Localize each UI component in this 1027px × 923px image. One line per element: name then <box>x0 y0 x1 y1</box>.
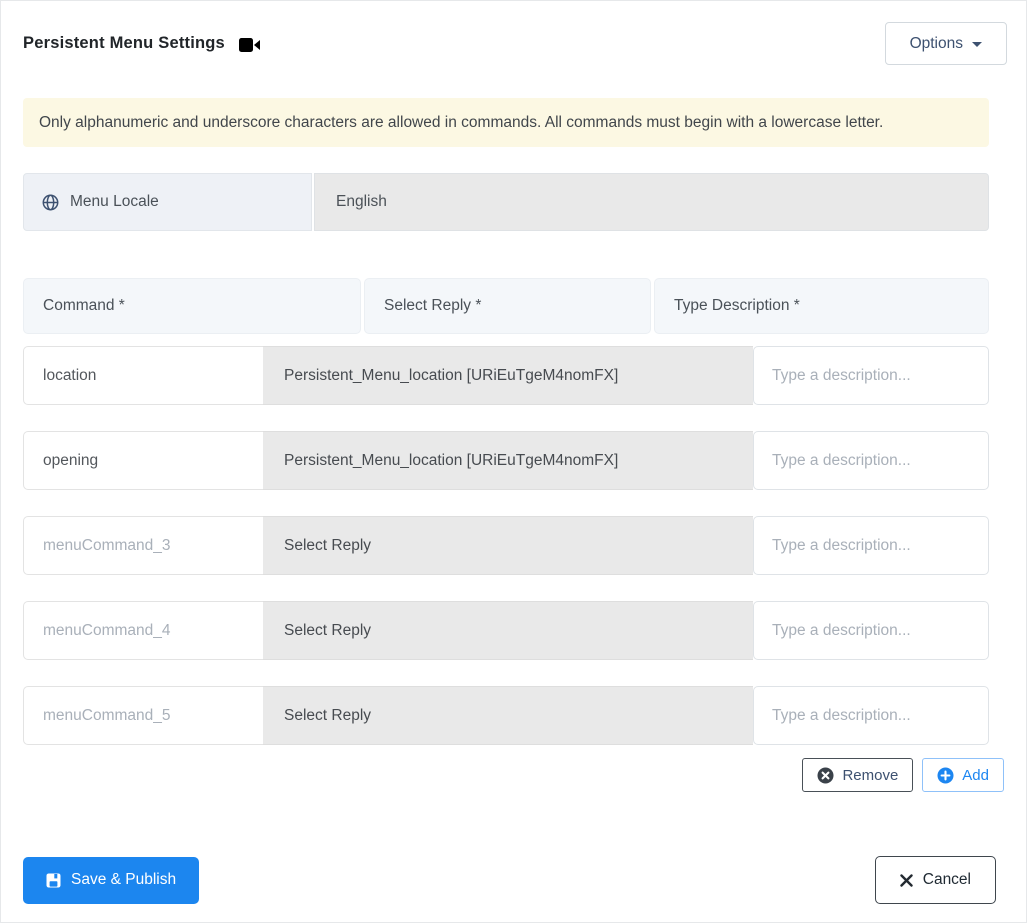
row-actions: Remove Add <box>1 758 1004 792</box>
table-row: Select Reply <box>23 601 989 660</box>
add-button-label: Add <box>962 766 989 784</box>
options-button-label: Options <box>909 34 963 52</box>
select-reply-dropdown[interactable]: Select Reply <box>263 601 753 660</box>
save-publish-button[interactable]: Save & Publish <box>23 856 200 904</box>
cancel-button[interactable]: Cancel <box>874 856 996 904</box>
x-circle-icon <box>817 767 834 784</box>
command-input[interactable] <box>23 431 263 490</box>
persistent-menu-settings-panel: Persistent Menu Settings Options Only al… <box>0 0 1027 923</box>
menu-locale-value-field[interactable] <box>314 173 989 231</box>
command-input[interactable] <box>23 686 263 745</box>
table-row: Select Reply <box>23 516 989 575</box>
description-input[interactable] <box>753 346 989 405</box>
column-header-command: Command * <box>23 278 361 334</box>
remove-row-button[interactable]: Remove <box>802 758 914 792</box>
video-camera-icon <box>238 37 261 53</box>
alert-text: Only alphanumeric and underscore charact… <box>39 113 884 131</box>
globe-icon <box>42 194 59 211</box>
description-input[interactable] <box>753 686 989 745</box>
commands-warning-alert: Only alphanumeric and underscore charact… <box>23 98 989 147</box>
remove-button-label: Remove <box>842 766 899 784</box>
description-input[interactable] <box>753 601 989 660</box>
panel-header: Persistent Menu Settings Options <box>1 1 1026 86</box>
x-icon <box>900 873 913 887</box>
select-reply-dropdown[interactable]: Select Reply <box>263 516 753 575</box>
select-reply-dropdown[interactable]: Persistent_Menu_location [URiEuTgeM4nomF… <box>263 431 753 490</box>
description-input[interactable] <box>753 516 989 575</box>
table-row: Select Reply <box>23 686 989 745</box>
menu-locale-group: Menu Locale <box>23 173 989 231</box>
menu-locale-label: Menu Locale <box>23 173 312 231</box>
table-row: Persistent_Menu_location [URiEuTgeM4nomF… <box>23 431 989 490</box>
add-row-button[interactable]: Add <box>922 758 1004 792</box>
description-input[interactable] <box>753 431 989 490</box>
page-title: Persistent Menu Settings <box>23 34 225 52</box>
options-button[interactable]: Options <box>884 22 1007 65</box>
command-input[interactable] <box>23 601 263 660</box>
command-input[interactable] <box>23 516 263 575</box>
save-icon <box>46 873 61 888</box>
chevron-down-icon <box>972 42 982 47</box>
column-header-type-description: Type Description * <box>654 278 989 334</box>
command-input[interactable] <box>23 346 263 405</box>
plus-circle-icon <box>937 767 954 784</box>
menu-locale-label-text: Menu Locale <box>70 193 159 210</box>
cancel-button-label: Cancel <box>922 871 971 888</box>
save-publish-label: Save & Publish <box>71 871 177 888</box>
select-reply-dropdown[interactable]: Select Reply <box>263 686 753 745</box>
select-reply-dropdown[interactable]: Persistent_Menu_location [URiEuTgeM4nomF… <box>263 346 753 405</box>
column-header-select-reply: Select Reply * <box>364 278 651 334</box>
panel-footer: Save & Publish Cancel <box>1 856 1026 904</box>
table-row: Persistent_Menu_location [URiEuTgeM4nomF… <box>23 346 989 405</box>
table-header-row: Command * Select Reply * Type Descriptio… <box>23 278 989 334</box>
